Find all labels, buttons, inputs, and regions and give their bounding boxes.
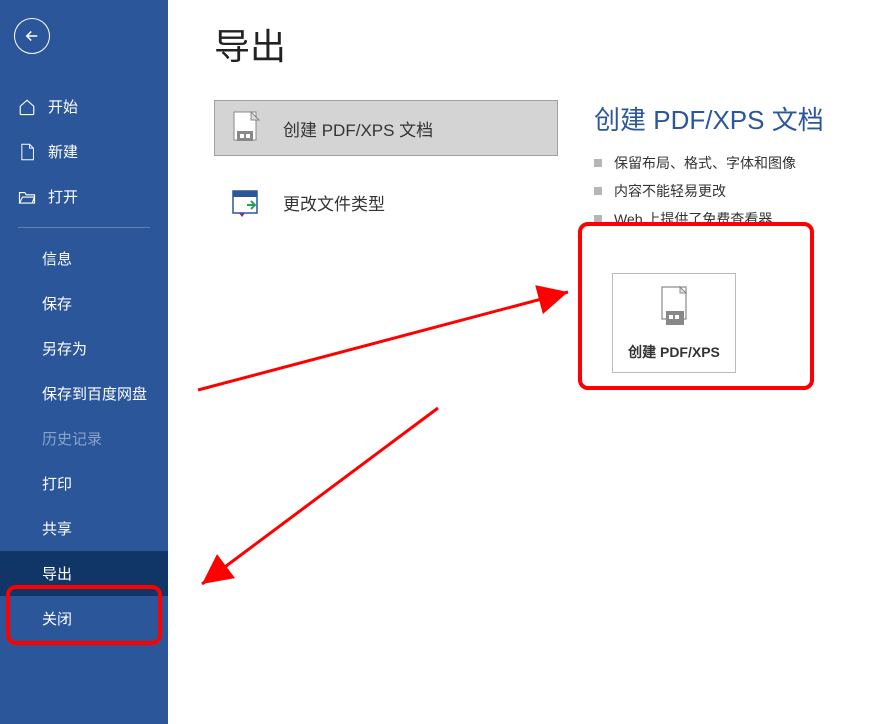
detail-bullets: 保留布局、格式、字体和图像 内容不能轻易更改 Web 上提供了免费查看器	[594, 149, 876, 233]
option-change-file-type[interactable]: 更改文件类型	[214, 174, 558, 230]
nav-label: 信息	[42, 248, 72, 269]
nav-export[interactable]: 导出	[0, 551, 168, 596]
nav-label: 导出	[42, 563, 72, 584]
file-icon	[18, 143, 36, 161]
nav-label: 打开	[48, 186, 78, 207]
nav-open[interactable]: 打开	[0, 174, 168, 219]
pdf-document-icon	[229, 111, 263, 145]
nav-label: 新建	[48, 141, 78, 162]
create-pdf-xps-button[interactable]: 创建 PDF/XPS	[612, 273, 736, 373]
bullet-text: 内容不能轻易更改	[614, 181, 726, 201]
change-file-type-icon	[229, 185, 263, 219]
sidebar: 开始 新建 打开 信息 保存 另存为 保存到百度网盘 历史记录	[0, 0, 168, 724]
bullet-item: Web 上提供了免费查看器	[594, 205, 876, 233]
nav-new[interactable]: 新建	[0, 129, 168, 174]
nav-label: 保存到百度网盘	[42, 383, 147, 404]
detail-title: 创建 PDF/XPS 文档	[594, 100, 876, 137]
bullet-text: 保留布局、格式、字体和图像	[614, 153, 796, 173]
export-detail: 创建 PDF/XPS 文档 保留布局、格式、字体和图像 内容不能轻易更改 Web…	[594, 100, 876, 373]
nav-save-baidu[interactable]: 保存到百度网盘	[0, 371, 168, 416]
nav-label: 共享	[42, 518, 72, 539]
nav-label: 另存为	[42, 338, 87, 359]
main-content: 导出 创建 PDF/XPS 文档	[168, 0, 896, 724]
page-title: 导出	[214, 18, 876, 70]
option-label: 更改文件类型	[283, 190, 385, 215]
bullet-item: 保留布局、格式、字体和图像	[594, 149, 876, 177]
nav-label: 保存	[42, 293, 72, 314]
nav-share[interactable]: 共享	[0, 506, 168, 551]
option-label: 创建 PDF/XPS 文档	[283, 116, 433, 141]
home-icon	[18, 98, 36, 116]
nav-label: 打印	[42, 473, 72, 494]
nav-save[interactable]: 保存	[0, 281, 168, 326]
bullet-item: 内容不能轻易更改	[594, 177, 876, 205]
bullet-text: Web 上提供了免费查看器	[614, 209, 772, 229]
nav-divider	[18, 227, 150, 228]
back-button[interactable]	[14, 18, 50, 54]
nav-home[interactable]: 开始	[0, 84, 168, 129]
nav-label: 历史记录	[42, 428, 102, 449]
nav-info[interactable]: 信息	[0, 236, 168, 281]
button-label: 创建 PDF/XPS	[628, 342, 720, 362]
nav-close[interactable]: 关闭	[0, 596, 168, 641]
option-create-pdf-xps[interactable]: 创建 PDF/XPS 文档	[214, 100, 558, 156]
nav-label: 开始	[48, 96, 78, 117]
pdf-export-icon	[654, 285, 694, 334]
export-options: 创建 PDF/XPS 文档 更改文件类型	[214, 100, 558, 373]
nav-label: 关闭	[42, 608, 72, 629]
nav-history: 历史记录	[0, 416, 168, 461]
nav-saveas[interactable]: 另存为	[0, 326, 168, 371]
nav-print[interactable]: 打印	[0, 461, 168, 506]
folder-icon	[18, 189, 36, 205]
